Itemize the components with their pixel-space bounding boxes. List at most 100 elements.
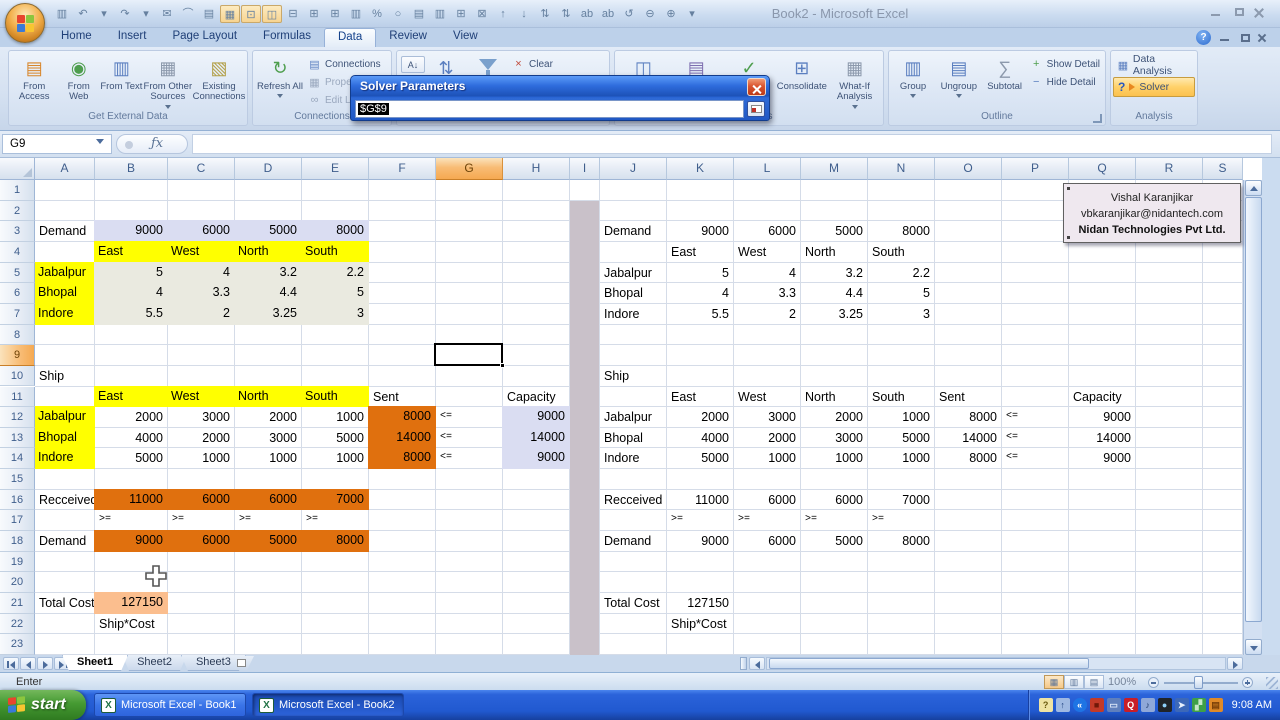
- cell-C17[interactable]: >=: [168, 510, 235, 531]
- cell-D11[interactable]: North: [234, 385, 302, 408]
- cell-E18[interactable]: 8000: [301, 530, 369, 552]
- cell-reference-input[interactable]: $G$9: [355, 100, 744, 118]
- cell-L16[interactable]: 6000: [734, 490, 801, 511]
- back-tray-icon[interactable]: «: [1072, 698, 1087, 712]
- cell-E7[interactable]: 3: [301, 302, 369, 325]
- cell-J12[interactable]: Jabalpur: [600, 407, 667, 428]
- column-header-N[interactable]: N: [868, 158, 935, 180]
- cell-E4[interactable]: South: [301, 240, 369, 263]
- cell-K4[interactable]: East: [667, 242, 734, 263]
- cell-E17[interactable]: >=: [302, 510, 369, 531]
- row-header-20[interactable]: 20: [0, 572, 35, 593]
- cell-N11[interactable]: South: [868, 387, 935, 408]
- cell-G12[interactable]: <=: [436, 407, 503, 428]
- cell-B18[interactable]: 9000: [94, 530, 168, 552]
- close-button[interactable]: [1254, 5, 1274, 19]
- row-header-18[interactable]: 18: [0, 531, 35, 552]
- cell-M12[interactable]: 2000: [801, 407, 868, 428]
- cell-K13[interactable]: 4000: [667, 428, 734, 449]
- cell-O11[interactable]: Sent: [935, 387, 1002, 408]
- table-rows-icon[interactable]: ▤: [199, 5, 219, 23]
- cell-M14[interactable]: 1000: [801, 448, 868, 469]
- row-header-10[interactable]: 10: [0, 365, 35, 387]
- from-text-button[interactable]: ▥ From Text: [100, 53, 143, 110]
- cell-B7[interactable]: 5.5: [94, 302, 168, 325]
- cell-L14[interactable]: 1000: [734, 448, 801, 469]
- column-header-E[interactable]: E: [302, 158, 369, 180]
- column-header-F[interactable]: F: [369, 158, 436, 180]
- cell-B21[interactable]: 127150: [94, 592, 168, 614]
- subtotal-button[interactable]: ∑ Subtotal: [983, 53, 1027, 110]
- cell-D6[interactable]: 4.4: [234, 282, 302, 304]
- cell-E14[interactable]: 1000: [302, 448, 369, 469]
- cell-G14[interactable]: <=: [436, 448, 503, 469]
- cell-A18[interactable]: Demand: [35, 531, 95, 552]
- cell-K11[interactable]: East: [667, 387, 734, 408]
- column-header-R[interactable]: R: [1136, 158, 1203, 180]
- ungroup-button[interactable]: ▤ Ungroup: [935, 53, 983, 110]
- solver-parameters-dialog[interactable]: Solver Parameters $G$9: [350, 75, 770, 121]
- tab-page-layout[interactable]: Page Layout: [159, 28, 250, 47]
- draw-icon[interactable]: ⌒: [178, 5, 198, 23]
- insert-rows-icon[interactable]: ▤: [409, 5, 429, 23]
- selected-cell-G9[interactable]: [434, 343, 503, 366]
- column-header-B[interactable]: B: [95, 158, 168, 180]
- cell-L13[interactable]: 2000: [734, 428, 801, 449]
- insert-cells-icon[interactable]: ⊞: [451, 5, 471, 23]
- row-header-7[interactable]: 7: [0, 303, 35, 325]
- cell-M13[interactable]: 3000: [801, 428, 868, 449]
- expand-dialog-button[interactable]: [747, 101, 765, 117]
- previous-sheet-button[interactable]: [20, 657, 36, 670]
- from-other-sources-button[interactable]: ▦ From Other Sources: [143, 53, 193, 110]
- scroll-right-button[interactable]: [1227, 657, 1243, 670]
- column-header-P[interactable]: P: [1002, 158, 1069, 180]
- cell-E11[interactable]: South: [301, 385, 369, 408]
- cell-A7[interactable]: Indore: [34, 302, 95, 325]
- solver-button[interactable]: ? Solver: [1113, 77, 1195, 97]
- cell-E16[interactable]: 7000: [301, 488, 369, 511]
- sheet-icon[interactable]: ▥: [346, 5, 366, 23]
- cell-J7[interactable]: Indore: [600, 304, 667, 325]
- cell-D17[interactable]: >=: [235, 510, 302, 531]
- sheet-tab-sheet2[interactable]: Sheet2: [122, 655, 187, 671]
- column-header-A[interactable]: A: [35, 158, 95, 180]
- cell-M7[interactable]: 3.25: [801, 304, 868, 325]
- help-tray-icon[interactable]: ?: [1038, 698, 1053, 712]
- scroll-up-button[interactable]: [1245, 180, 1262, 196]
- cell-L17[interactable]: >=: [734, 510, 801, 531]
- cell-L7[interactable]: 2: [734, 304, 801, 325]
- select-all-button[interactable]: [0, 158, 35, 180]
- notes-tray-icon[interactable]: ▤: [1208, 698, 1223, 712]
- cell-A14[interactable]: Indore: [34, 447, 95, 470]
- cell-N16[interactable]: 7000: [868, 490, 935, 511]
- cell-E6[interactable]: 5: [301, 282, 369, 304]
- org-chart-icon[interactable]: ⊞: [304, 5, 324, 23]
- cell-D16[interactable]: 6000: [234, 488, 302, 511]
- column-header-L[interactable]: L: [734, 158, 801, 180]
- cell-P12[interactable]: <=: [1002, 407, 1069, 428]
- cell-C18[interactable]: 6000: [167, 530, 235, 552]
- cell-shading-icon[interactable]: ⊡: [241, 5, 261, 23]
- cell-D13[interactable]: 3000: [235, 428, 302, 449]
- cell-N18[interactable]: 8000: [868, 531, 935, 552]
- cell-D7[interactable]: 3.25: [234, 302, 302, 325]
- column-header-C[interactable]: C: [168, 158, 235, 180]
- undo-dropdown-icon[interactable]: ▾: [94, 5, 114, 23]
- cell-N13[interactable]: 5000: [868, 428, 935, 449]
- tab-view[interactable]: View: [440, 28, 491, 47]
- cell-J3[interactable]: Demand: [600, 221, 667, 242]
- row-header-17[interactable]: 17: [0, 510, 35, 532]
- consolidate-button[interactable]: ⊞ Consolidate: [775, 53, 828, 110]
- cell-Q13[interactable]: 14000: [1069, 428, 1136, 449]
- column-header-H[interactable]: H: [503, 158, 570, 180]
- tab-home[interactable]: Home: [48, 28, 105, 47]
- cell-J5[interactable]: Jabalpur: [600, 263, 667, 284]
- cell-N6[interactable]: 5: [868, 283, 935, 304]
- row-header-5[interactable]: 5: [0, 262, 35, 284]
- row-header-1[interactable]: 1: [0, 180, 35, 201]
- row-header-4[interactable]: 4: [0, 241, 35, 263]
- cell-B13[interactable]: 4000: [95, 428, 168, 449]
- cell-N4[interactable]: South: [868, 242, 935, 263]
- cell-C16[interactable]: 6000: [167, 488, 235, 511]
- cell-L12[interactable]: 3000: [734, 407, 801, 428]
